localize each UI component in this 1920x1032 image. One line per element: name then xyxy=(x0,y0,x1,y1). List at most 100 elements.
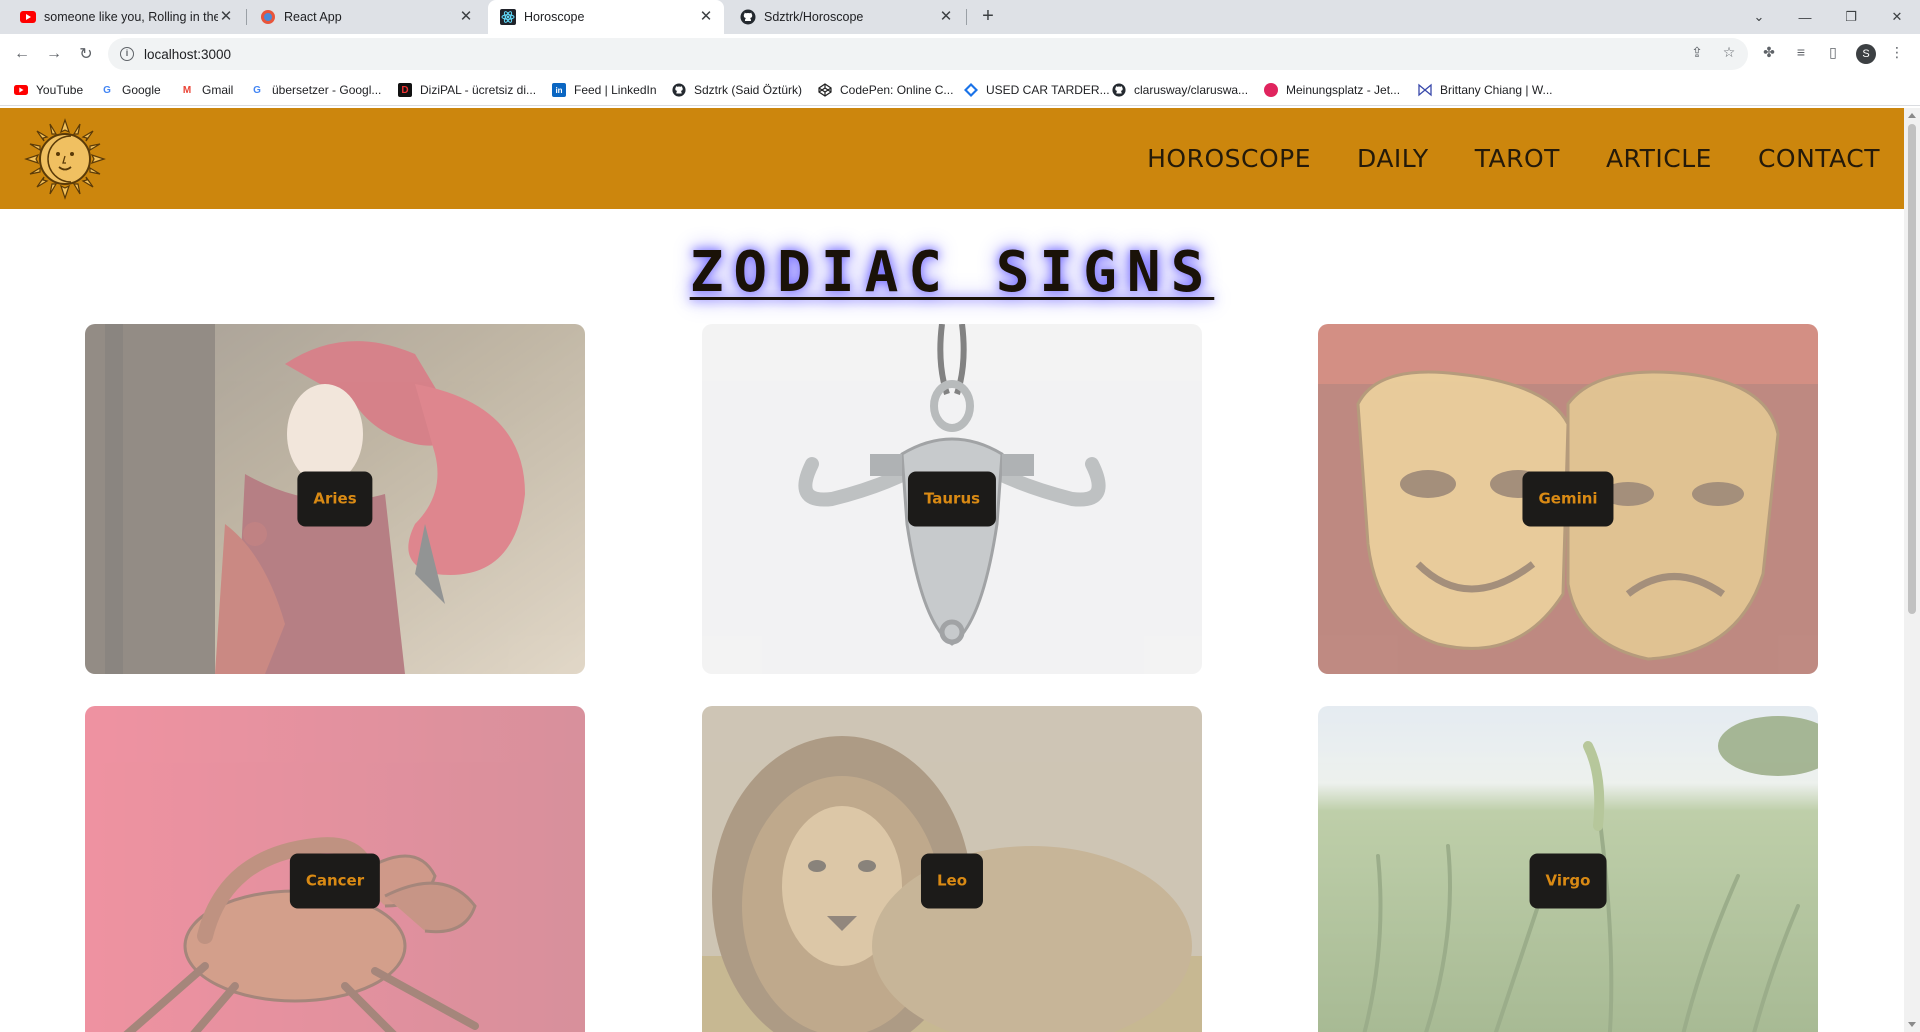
sign-label-leo[interactable]: Leo xyxy=(920,853,984,909)
extensions-icon[interactable]: ✤ xyxy=(1758,41,1780,63)
tab-title: React App xyxy=(284,10,342,24)
codepen-icon xyxy=(818,83,832,97)
close-tab-icon[interactable]: ✕ xyxy=(938,9,954,25)
sign-label-virgo[interactable]: Virgo xyxy=(1529,853,1607,909)
sign-label-taurus[interactable]: Taurus xyxy=(907,471,997,527)
zodiac-card-cancer[interactable]: Cancer xyxy=(85,706,585,1032)
bookmark-brittany-chiang[interactable]: Brittany Chiang | W... xyxy=(1418,81,1553,99)
dizipal-icon: D xyxy=(398,83,412,97)
restore-button[interactable]: ❐ xyxy=(1828,0,1874,34)
tab-title: Sdztrk/Horoscope xyxy=(764,10,864,24)
tab-title: someone like you, Rolling in the xyxy=(44,10,218,24)
nav-tarot[interactable]: TAROT xyxy=(1475,144,1560,173)
sign-label-cancer[interactable]: Cancer xyxy=(289,853,381,909)
react-logo-icon xyxy=(500,9,516,25)
bookmark-label: Sdztrk (Said Öztürk) xyxy=(694,83,803,97)
page-title: ZODIAC SIGNS xyxy=(689,240,1215,305)
diamond-icon xyxy=(964,83,978,97)
nav-daily[interactable]: DAILY xyxy=(1357,144,1429,173)
forward-arrow-icon[interactable]: → xyxy=(42,42,66,66)
bookmark-translator[interactable]: G übersetzer - Googl... xyxy=(250,81,381,99)
bookmark-label: YouTube xyxy=(36,83,84,97)
bookmark-linkedin[interactable]: in Feed | LinkedIn xyxy=(552,81,657,99)
google-icon: G xyxy=(103,84,111,96)
close-tab-icon[interactable]: ✕ xyxy=(698,9,714,25)
media-control-icon[interactable]: ≡ xyxy=(1790,41,1812,63)
menu-kebab-icon[interactable]: ⋮ xyxy=(1886,41,1908,63)
bookmark-used-car[interactable]: USED CAR TARDER... xyxy=(964,81,1110,99)
bookmark-github-sdztrk[interactable]: Sdztrk (Said Öztürk) xyxy=(672,81,802,99)
page-scrollbar[interactable] xyxy=(1904,108,1920,1032)
browser-tab-strip: someone like you, Rolling in the ✕ React… xyxy=(0,0,1920,34)
bookmarks-bar: YouTube G Google M Gmail G übersetzer - … xyxy=(0,74,1920,106)
bookmark-label: Gmail xyxy=(202,83,234,97)
profile-avatar[interactable]: S xyxy=(1856,44,1876,64)
address-bar[interactable]: i localhost:3000 xyxy=(108,38,1748,70)
site-header: HOROSCOPE DAILY TAROT ARTICLE CONTACT xyxy=(0,108,1904,209)
tab-horoscope[interactable]: Horoscope ✕ xyxy=(488,0,724,34)
tab-github-horoscope[interactable]: Sdztrk/Horoscope ✕ xyxy=(728,0,964,34)
site-info-icon[interactable]: i xyxy=(120,47,134,61)
github-icon xyxy=(740,9,756,25)
github-icon xyxy=(1112,83,1126,97)
scroll-down-arrow-icon[interactable] xyxy=(1908,1022,1916,1027)
bookmark-google[interactable]: G Google xyxy=(100,81,161,99)
share-icon[interactable]: ⇪ xyxy=(1686,41,1708,63)
react-app-icon xyxy=(260,9,276,25)
bookmark-label: Google xyxy=(122,83,161,97)
tab-react-app[interactable]: React App ✕ xyxy=(248,0,484,34)
nav-contact[interactable]: CONTACT xyxy=(1758,144,1880,173)
page-viewport: HOROSCOPE DAILY TAROT ARTICLE CONTACT ZO… xyxy=(0,108,1904,1032)
bookmark-label: Meinungsplatz - Jet... xyxy=(1286,83,1401,97)
close-tab-icon[interactable]: ✕ xyxy=(458,9,474,25)
scrollbar-thumb[interactable] xyxy=(1908,124,1916,614)
bowtie-icon xyxy=(1418,83,1432,97)
nav-article[interactable]: ARTICLE xyxy=(1606,144,1712,173)
bookmark-star-icon[interactable]: ☆ xyxy=(1718,41,1740,63)
bookmark-dizipal[interactable]: D DiziPAL - ücretsiz di... xyxy=(398,81,536,99)
tab-search-icon[interactable]: ⌄ xyxy=(1736,0,1782,34)
sun-moon-logo-icon[interactable] xyxy=(24,118,106,200)
bookmark-meinungsplatz[interactable]: Meinungsplatz - Jet... xyxy=(1264,81,1400,99)
zodiac-card-leo[interactable]: Leo xyxy=(702,706,1202,1032)
tab-separator xyxy=(246,9,247,25)
main-nav: HOROSCOPE DAILY TAROT ARTICLE CONTACT xyxy=(1101,108,1880,209)
new-tab-button[interactable]: + xyxy=(976,5,1000,29)
bookmark-label: clarusway/claruswa... xyxy=(1134,83,1249,97)
sign-label-gemini[interactable]: Gemini xyxy=(1522,471,1614,527)
bookmark-label: CodePen: Online C... xyxy=(840,83,954,97)
back-arrow-icon[interactable]: ← xyxy=(10,42,34,66)
bookmark-gmail[interactable]: M Gmail xyxy=(180,81,234,99)
youtube-icon xyxy=(20,9,36,25)
tab-title: Horoscope xyxy=(524,10,585,24)
zodiac-card-aries[interactable]: Aries xyxy=(85,324,585,674)
zodiac-card-virgo[interactable]: Virgo xyxy=(1318,706,1818,1032)
bookmark-label: Brittany Chiang | W... xyxy=(1440,83,1553,97)
bookmark-codepen[interactable]: CodePen: Online C... xyxy=(818,81,953,99)
zodiac-card-taurus[interactable]: Taurus xyxy=(702,324,1202,674)
linkedin-icon: in xyxy=(552,83,566,97)
tab-separator xyxy=(966,9,967,25)
minimize-button[interactable]: — xyxy=(1782,0,1828,34)
youtube-icon xyxy=(14,83,28,97)
side-panel-icon[interactable]: ▯ xyxy=(1822,41,1844,63)
google-icon: G xyxy=(253,84,261,96)
scroll-up-arrow-icon[interactable] xyxy=(1908,113,1916,118)
bookmark-label: Feed | LinkedIn xyxy=(574,83,657,97)
nav-horoscope[interactable]: HOROSCOPE xyxy=(1147,144,1311,173)
github-icon xyxy=(672,83,686,97)
bookmark-youtube[interactable]: YouTube xyxy=(14,81,83,99)
tab-youtube[interactable]: someone like you, Rolling in the ✕ xyxy=(8,0,244,34)
browser-toolbar: ← → ↻ i localhost:3000 ⇪ ☆ ✤ ≡ ▯ S ⋮ xyxy=(0,34,1920,74)
url-text: localhost:3000 xyxy=(144,46,232,62)
bookmark-clarusway[interactable]: clarusway/claruswa... xyxy=(1112,81,1248,99)
zodiac-card-gemini[interactable]: Gemini xyxy=(1318,324,1818,674)
close-window-button[interactable]: ✕ xyxy=(1874,0,1920,34)
sign-label-aries[interactable]: Aries xyxy=(297,471,373,527)
bookmark-label: USED CAR TARDER... xyxy=(986,83,1110,97)
gmail-icon: M xyxy=(182,84,192,96)
bookmark-label: DiziPAL - ücretsiz di... xyxy=(420,83,537,97)
reload-icon[interactable]: ↻ xyxy=(74,42,98,66)
close-tab-icon[interactable]: ✕ xyxy=(218,9,234,25)
heading-wrapper: ZODIAC SIGNS xyxy=(0,240,1904,305)
